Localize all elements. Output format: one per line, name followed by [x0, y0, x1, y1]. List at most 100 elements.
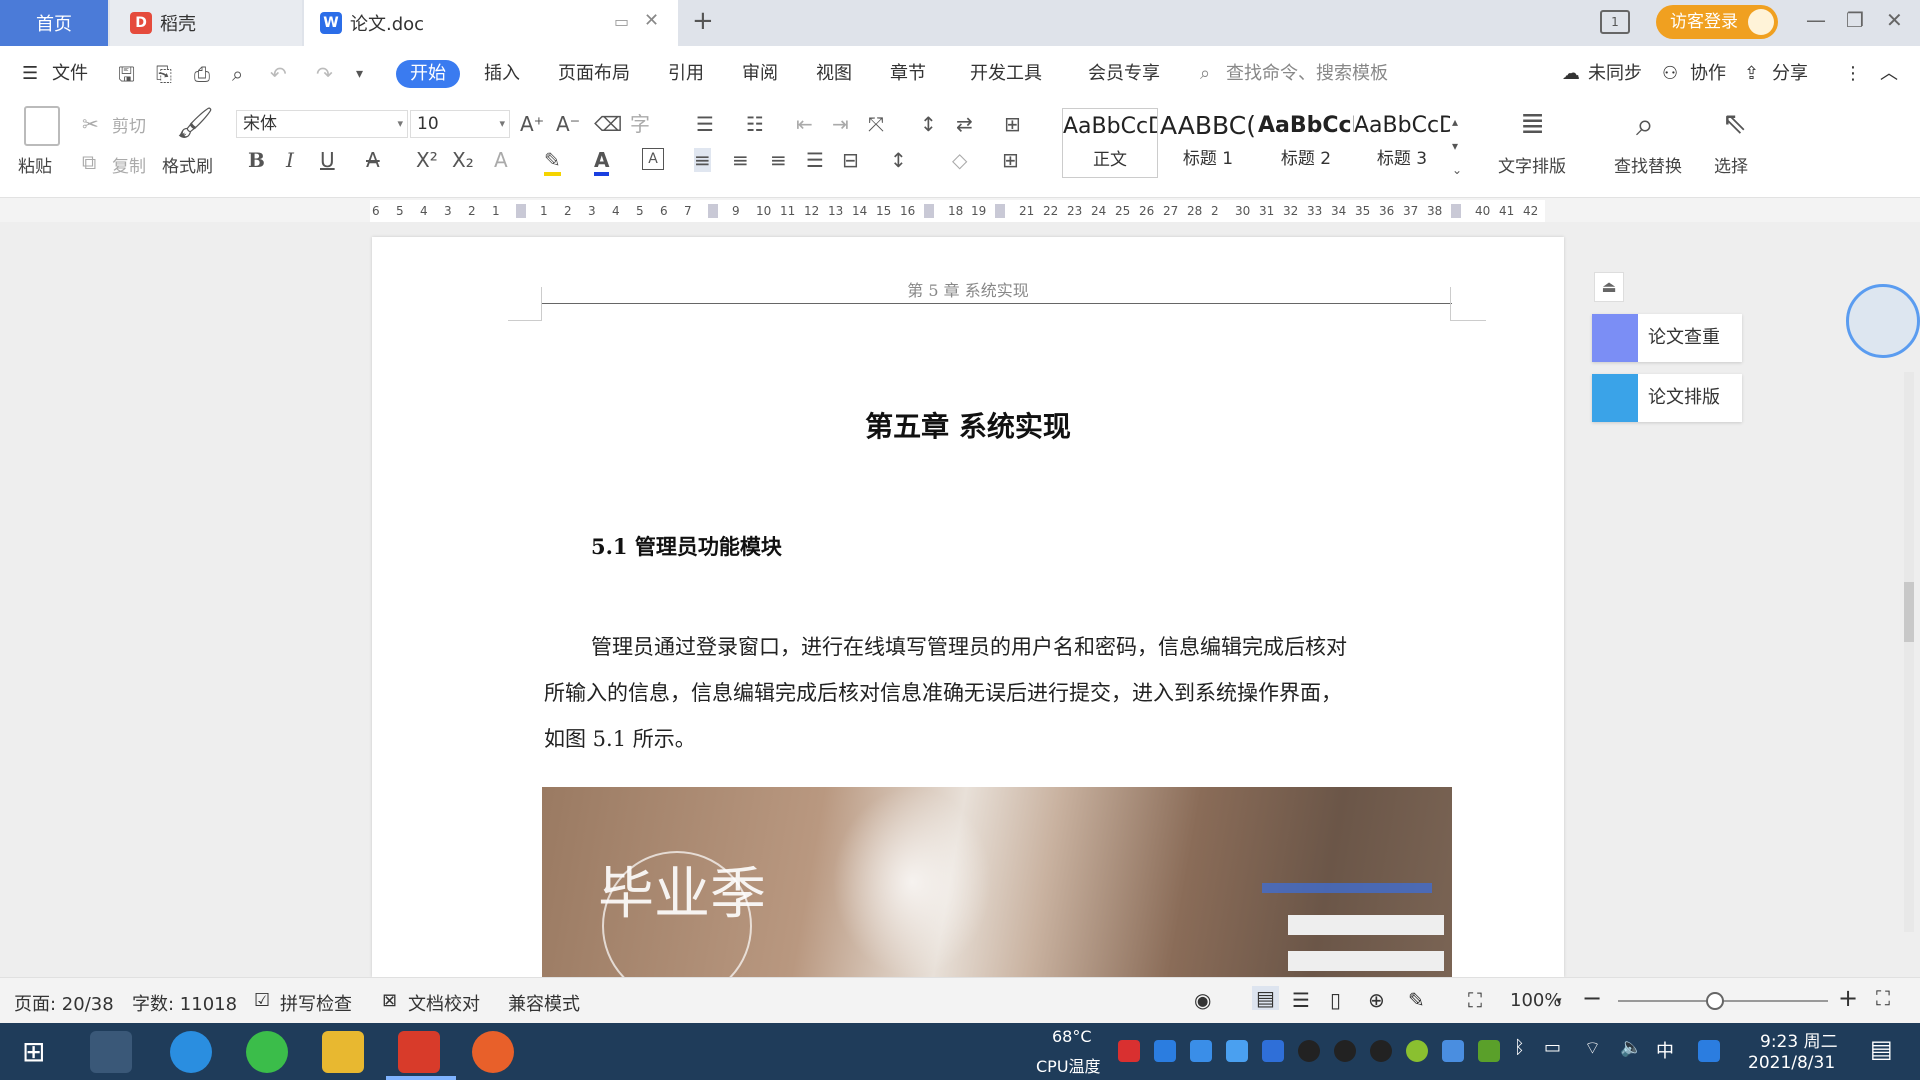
collapse-ribbon-icon[interactable]: ︿ — [1880, 60, 1898, 88]
proofread-button[interactable]: 文档校对 — [408, 990, 480, 1016]
tray-app-icon-2[interactable] — [1154, 1040, 1176, 1062]
tray-app-icon-3[interactable] — [1190, 1040, 1212, 1062]
zoom-slider-handle[interactable] — [1706, 992, 1724, 1010]
tray-qq-icon-1[interactable] — [1298, 1040, 1320, 1062]
tray-app-icon-1[interactable] — [1118, 1040, 1140, 1062]
sync-button[interactable]: 未同步 — [1588, 60, 1642, 88]
save-icon[interactable]: 🖫 — [118, 62, 135, 86]
thesis-layout-button[interactable]: 论文排版 — [1592, 374, 1742, 422]
zoom-out-icon[interactable]: − — [1582, 984, 1602, 1012]
taskbar-wps-icon[interactable] — [398, 1031, 440, 1073]
page-count[interactable]: 页面: 20/38 — [14, 990, 114, 1016]
notification-center-icon[interactable]: ▤ — [1870, 1035, 1893, 1063]
horizontal-ruler[interactable]: 6 5 4 3 2 1 1 2 3 4 5 6 7 9 10 11 12 13 14 15 16 18 19 21 22 23 24… — [370, 200, 1545, 222]
clear-format-icon[interactable]: ⌫ — [594, 112, 622, 136]
style-heading-1[interactable]: AABBC(标题 1 — [1160, 108, 1256, 178]
customize-chevron-down-icon[interactable]: ▾ — [356, 62, 363, 86]
collapse-panel-icon[interactable]: ⏏ — [1594, 272, 1624, 302]
reading-view-icon[interactable]: ▯ — [1330, 988, 1341, 1012]
export-pdf-icon[interactable]: ⎘ — [156, 62, 172, 86]
tray-app-icon-5[interactable] — [1406, 1040, 1428, 1062]
show-marks-icon[interactable]: ⊞ — [1004, 112, 1021, 136]
print-preview-icon[interactable]: ⌕ — [232, 62, 243, 86]
menu-file[interactable]: 文件 — [52, 60, 88, 88]
sort-icon[interactable]: ↕ — [920, 112, 937, 136]
style-normal[interactable]: AaBbCcD 正文 — [1062, 108, 1158, 178]
menu-page-layout[interactable]: 页面布局 — [558, 60, 630, 88]
font-color-icon[interactable]: A — [594, 148, 610, 176]
writing-mode-icon[interactable]: ✎ — [1408, 988, 1425, 1012]
collab-button[interactable]: 协作 — [1690, 60, 1726, 88]
font-size-select[interactable]: 10 ▾ — [410, 110, 510, 138]
new-tab-icon[interactable]: + — [692, 6, 714, 36]
menu-start[interactable]: 开始 — [396, 60, 460, 88]
bluetooth-icon[interactable]: ᛒ — [1514, 1037, 1525, 1058]
text-direction-icon[interactable]: ⤧ — [868, 112, 884, 136]
menu-view[interactable]: 视图 — [816, 60, 852, 88]
text-layout-button[interactable]: 文字排版 — [1498, 152, 1566, 177]
align-right-icon[interactable]: ≡ — [770, 148, 787, 172]
figure-image[interactable]: 毕业季 — [542, 787, 1452, 977]
distribute-icon[interactable]: ⊟ — [842, 148, 859, 172]
assistant-avatar-icon[interactable] — [1846, 284, 1920, 358]
style-heading-3[interactable]: AaBbCcDc 标题 3 — [1354, 108, 1450, 178]
taskbar-fox-app-icon[interactable] — [472, 1031, 514, 1073]
find-replace-button[interactable]: 查找替换 — [1614, 152, 1682, 177]
tray-app-icon-4[interactable] — [1226, 1040, 1248, 1062]
clock-time[interactable]: 9:23 周二 — [1760, 1027, 1838, 1052]
menu-developer[interactable]: 开发工具 — [970, 60, 1042, 88]
ime-indicator[interactable]: 中 — [1656, 1037, 1674, 1063]
menu-review[interactable]: 审阅 — [742, 60, 778, 88]
tab-document[interactable]: W 论文.doc ▭ ✕ — [304, 0, 678, 46]
styles-more-icon[interactable]: ⌄ — [1452, 158, 1462, 182]
tray-app-icon-6[interactable] — [1442, 1040, 1464, 1062]
menu-insert[interactable]: 插入 — [484, 60, 520, 88]
select-button[interactable]: 选择 — [1714, 152, 1748, 177]
copy-button[interactable]: 复制 — [112, 152, 146, 177]
close-tab-icon[interactable]: ✕ — [644, 10, 659, 31]
tab-daoke[interactable]: D 稻壳 — [110, 0, 302, 46]
volume-icon[interactable]: 🔈 — [1620, 1037, 1642, 1058]
borders-icon[interactable]: ⊞ — [1002, 148, 1019, 172]
fullscreen-icon[interactable]: ⛶ — [1876, 986, 1890, 1010]
bullet-list-icon[interactable]: ☰ — [696, 112, 714, 136]
monitor-icon[interactable]: ▭ — [614, 12, 629, 31]
paste-icon[interactable] — [24, 106, 60, 146]
share-button[interactable]: 分享 — [1772, 60, 1808, 88]
shrink-font-icon[interactable]: A⁻ — [556, 112, 580, 136]
taskbar-browser-icon[interactable] — [246, 1031, 288, 1073]
tab-home[interactable]: 首页 — [0, 0, 108, 46]
text-effect-icon[interactable]: A — [494, 148, 508, 172]
taskbar-explorer-icon[interactable] — [322, 1031, 364, 1073]
tray-shield-icon[interactable] — [1262, 1040, 1284, 1062]
justify-icon[interactable]: ☰ — [806, 148, 824, 172]
format-painter-button[interactable]: 格式刷 — [162, 152, 213, 177]
zoom-level[interactable]: 100% — [1510, 990, 1561, 1011]
document-page[interactable]: 第 5 章 系统实现 第五章 系统实现 5.1 管理员功能模块 管理员通过登录窗… — [372, 237, 1564, 977]
char-border-icon[interactable]: A — [642, 148, 664, 170]
eye-protection-icon[interactable]: ◉ — [1194, 988, 1211, 1012]
spellcheck-button[interactable]: 拼写检查 — [280, 990, 352, 1016]
battery-icon[interactable]: ▭ — [1544, 1037, 1561, 1058]
shading-icon[interactable]: ◇ — [952, 148, 967, 172]
vertical-scrollbar[interactable] — [1904, 372, 1914, 932]
bold-icon[interactable]: B — [248, 148, 265, 172]
menu-chapter[interactable]: 章节 — [890, 60, 926, 88]
menu-references[interactable]: 引用 — [668, 60, 704, 88]
tray-qq-icon-2[interactable] — [1334, 1040, 1356, 1062]
decrease-indent-icon[interactable]: ⇤ — [796, 112, 813, 136]
word-count[interactable]: 字数: 11018 — [132, 990, 237, 1016]
zoom-chevron-down-icon[interactable]: ▾ — [1556, 994, 1562, 1007]
tray-app-icon-7[interactable] — [1698, 1040, 1720, 1062]
page-view-icon[interactable]: ▤ — [1252, 986, 1279, 1010]
increase-indent-icon[interactable]: ⇥ — [832, 112, 849, 136]
outline-view-icon[interactable]: ☰ — [1292, 988, 1310, 1012]
phonetic-icon[interactable]: 字 — [630, 112, 650, 136]
line-spacing-icon[interactable]: ↕ — [890, 148, 907, 172]
zoom-slider[interactable] — [1618, 992, 1828, 1010]
taskbar-fan-app-icon[interactable] — [90, 1031, 132, 1073]
swap-icon[interactable]: ⇄ — [956, 112, 973, 136]
restore-icon[interactable]: ❐ — [1846, 8, 1864, 32]
zoom-in-icon[interactable]: + — [1838, 984, 1858, 1012]
more-icon[interactable]: ⋮ — [1844, 60, 1862, 88]
